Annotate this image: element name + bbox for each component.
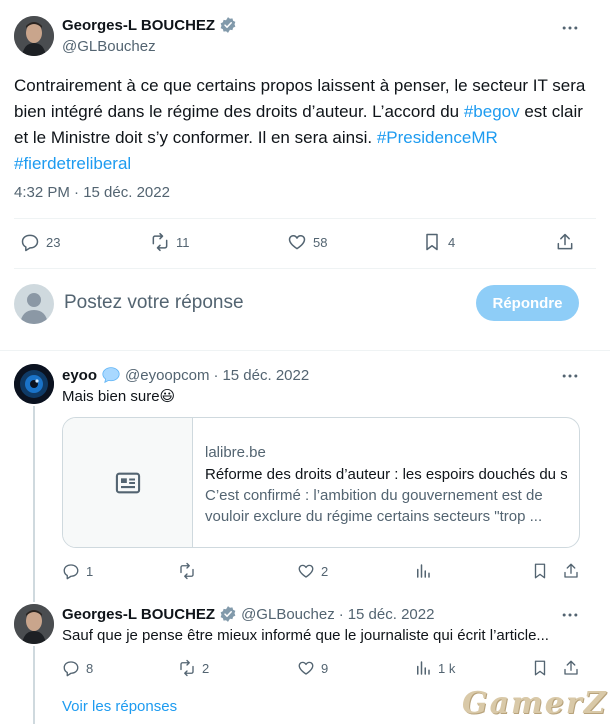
reply-button[interactable]: Répondre [476, 285, 579, 321]
like-count: 9 [321, 660, 329, 676]
retweet-count: 11 [176, 234, 190, 250]
bookmark-icon [534, 563, 546, 579]
author-name[interactable]: Georges-L BOUCHEZ [62, 17, 215, 34]
reply-author-handle[interactable]: @GLBouchez [241, 606, 335, 623]
reply-action[interactable]: 8 [62, 659, 93, 677]
reply-author-handle[interactable]: @eyoopcom [125, 367, 209, 384]
share-action[interactable] [555, 232, 575, 252]
share-icon [557, 233, 573, 250]
card-title: Réforme des droits d’auteur : les espoir… [205, 466, 567, 483]
reply-text-content: Mais bien sure [62, 388, 160, 405]
views-action[interactable]: 1 k [414, 659, 455, 677]
share-action[interactable] [562, 562, 580, 580]
views-icon [417, 661, 430, 675]
show-replies-link[interactable]: Voir les réponses [62, 698, 177, 715]
link-card[interactable]: lalibre.be Réforme des droits d’auteur :… [62, 417, 580, 548]
separator-dot: · [338, 605, 344, 623]
reply-text: Sauf que je pense être mieux informé que… [62, 627, 549, 644]
avatar-face [14, 604, 54, 644]
retweet-icon [152, 232, 168, 252]
more-options-button[interactable] [560, 366, 580, 386]
share-action[interactable] [562, 659, 580, 677]
smiley-emoji: 😃 [159, 388, 176, 405]
reply-icon [21, 234, 39, 252]
more-icon [562, 374, 578, 378]
separator-dot: · [213, 366, 219, 384]
like-count: 2 [321, 563, 329, 579]
card-description-line: vouloir exclure du régime certains secte… [205, 508, 543, 525]
views-icon [417, 564, 430, 578]
tweet-timestamp[interactable]: 4:32 PM · 15 déc. 2022 [14, 184, 170, 201]
like-action[interactable]: 9 [297, 659, 328, 677]
views-count: 1 k [438, 660, 456, 676]
reply-author-name[interactable]: Georges-L BOUCHEZ [62, 606, 215, 623]
reply-icon [63, 564, 79, 580]
share-icon [564, 660, 578, 675]
retweet-action[interactable] [178, 562, 202, 580]
card-domain: lalibre.be [205, 444, 266, 461]
eyoo-avatar[interactable] [14, 364, 54, 404]
share-icon [564, 563, 578, 578]
bookmark-action[interactable] [531, 659, 549, 677]
like-action[interactable]: 2 [297, 562, 328, 580]
like-icon [298, 661, 314, 675]
bookmark-icon [534, 660, 546, 676]
reply-count: 1 [86, 563, 94, 579]
bookmark-count: 4 [448, 234, 456, 250]
card-description-line: C’est confirmé : l’ambition du gouvernem… [205, 487, 543, 504]
avatar-face [14, 16, 54, 56]
hashtag-link[interactable]: #PresidenceMR [377, 128, 498, 147]
reply-action[interactable]: 1 [62, 562, 93, 580]
like-count: 58 [313, 234, 328, 250]
more-options-button[interactable] [560, 605, 580, 625]
thread-line [33, 406, 35, 602]
bookmark-icon [426, 233, 438, 251]
divider [14, 268, 596, 269]
watermark-logo: GamerZ [462, 686, 608, 721]
compose-input[interactable]: Postez votre réponse [64, 292, 244, 314]
reply-author-name[interactable]: eyoo [62, 367, 97, 384]
reply-date[interactable]: 15 déc. 2022 [222, 367, 309, 384]
reply-action[interactable]: 23 [20, 232, 60, 252]
reply-count: 23 [46, 234, 61, 250]
retweet-count: 2 [202, 660, 210, 676]
more-options-button[interactable] [560, 18, 580, 38]
bookmark-action[interactable] [531, 562, 549, 580]
reply-icon [63, 661, 79, 677]
tweet-text: Contrairement à ce que certains propos l… [14, 73, 598, 177]
author-handle[interactable]: @GLBouchez [62, 38, 156, 55]
verified-badge-icon [220, 17, 236, 33]
like-icon [298, 564, 314, 578]
speech-bubble-badge-icon [102, 367, 120, 384]
divider [14, 218, 596, 219]
more-icon [562, 26, 578, 30]
reply-text: Mais bien sure😃 [62, 387, 175, 405]
hashtag-link[interactable]: #fierdetreliberal [14, 154, 131, 173]
verified-badge-icon [220, 606, 236, 622]
more-icon [562, 613, 578, 617]
retweet-icon [180, 562, 194, 580]
bookmark-action[interactable]: 4 [422, 232, 455, 252]
retweet-icon [180, 659, 194, 677]
author-avatar[interactable] [14, 16, 54, 56]
hashtag-link[interactable]: #begov [464, 102, 520, 121]
divider [0, 350, 610, 351]
retweet-action[interactable]: 2 [178, 659, 209, 677]
user-silhouette-icon [20, 293, 48, 324]
eye-logo-icon [14, 364, 54, 404]
retweet-action[interactable]: 11 [150, 232, 190, 252]
user-avatar-placeholder [14, 284, 54, 324]
article-icon [115, 472, 140, 493]
like-action[interactable]: 58 [287, 232, 327, 252]
like-icon [288, 235, 306, 250]
card-thumbnail [63, 418, 193, 547]
reply-count: 8 [86, 660, 94, 676]
thread-line [33, 646, 35, 724]
views-action[interactable] [414, 562, 438, 580]
reply-date[interactable]: 15 déc. 2022 [348, 606, 435, 623]
author-avatar[interactable] [14, 604, 54, 644]
